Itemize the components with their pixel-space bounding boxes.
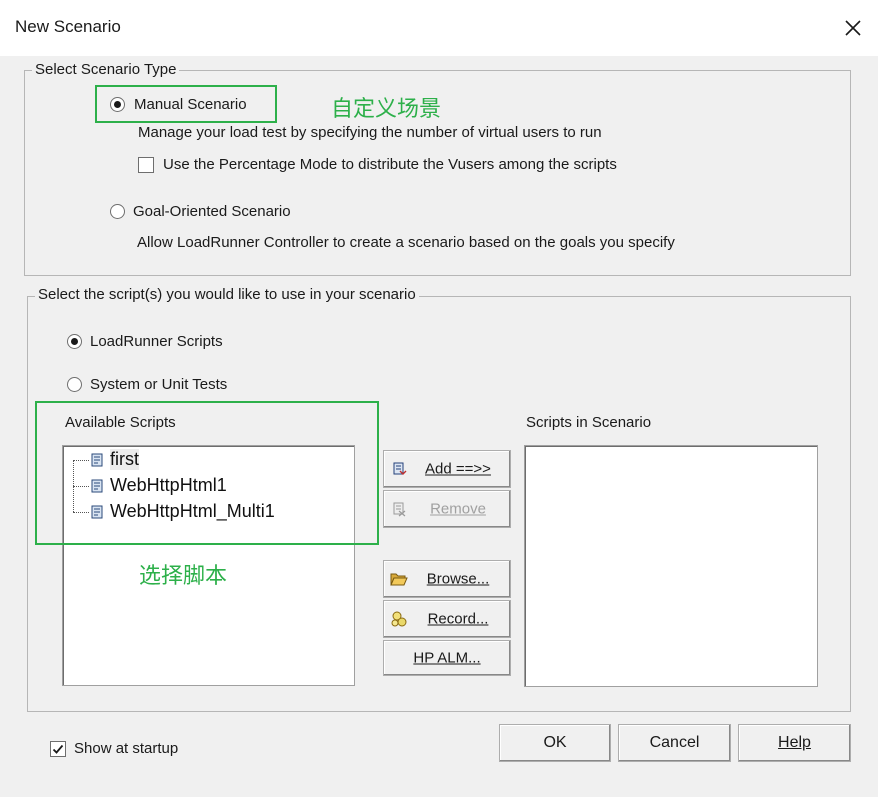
manual-scenario-description: Manage your load test by specifying the … (138, 124, 602, 141)
show-at-startup-label[interactable]: Show at startup (74, 740, 178, 757)
ok-label: OK (543, 734, 567, 751)
unit-tests-label[interactable]: System or Unit Tests (90, 376, 227, 393)
close-button[interactable] (834, 10, 872, 46)
scenario-type-legend: Select Scenario Type (32, 61, 180, 78)
select-scripts-annotation: 选择脚本 (139, 564, 228, 589)
ok-button[interactable]: OK (499, 724, 611, 762)
record-label: Record... (427, 610, 489, 628)
remove-script-label: Remove (430, 500, 486, 518)
scripts-in-scenario-label: Scripts in Scenario (526, 414, 652, 431)
unit-tests-radio[interactable] (67, 377, 82, 392)
goal-oriented-description: Allow LoadRunner Controller to create a … (137, 234, 675, 251)
percentage-mode-label[interactable]: Use the Percentage Mode to distribute th… (163, 156, 617, 173)
remove-script-button[interactable]: Remove (383, 490, 511, 528)
browse-label: Browse... (426, 570, 490, 588)
browse-button[interactable]: Browse... (383, 560, 511, 598)
add-icon (393, 462, 407, 475)
percentage-mode-checkbox[interactable] (138, 157, 154, 173)
scripts-in-scenario-list[interactable] (524, 445, 818, 687)
cancel-button[interactable]: Cancel (618, 724, 731, 762)
cancel-label: Cancel (649, 734, 700, 751)
help-label: Help (778, 734, 811, 751)
scripts-legend: Select the script(s) you would like to u… (35, 286, 419, 303)
help-button[interactable]: Help (738, 724, 851, 762)
show-at-startup-checkbox[interactable] (50, 741, 66, 757)
add-script-button[interactable]: Add ==>> (383, 450, 511, 488)
title-bar: New Scenario (0, 0, 878, 56)
close-icon (845, 20, 861, 36)
loadrunner-scripts-radio[interactable] (67, 334, 82, 349)
record-button[interactable]: Record... (383, 600, 511, 638)
window-title: New Scenario (15, 17, 121, 36)
goal-oriented-label[interactable]: Goal-Oriented Scenario (133, 203, 291, 220)
goal-oriented-radio[interactable] (110, 204, 125, 219)
remove-icon (393, 502, 406, 517)
hp-alm-button[interactable]: HP ALM... (383, 640, 511, 676)
manual-scenario-highlight (95, 85, 277, 123)
hp-alm-label: HP ALM... (413, 649, 481, 667)
add-script-label: Add ==>> (425, 460, 491, 478)
loadrunner-scripts-label[interactable]: LoadRunner Scripts (90, 333, 223, 350)
manual-scenario-annotation: 自定义场景 (331, 97, 442, 122)
available-scripts-highlight (35, 401, 379, 545)
check-icon (52, 744, 64, 754)
